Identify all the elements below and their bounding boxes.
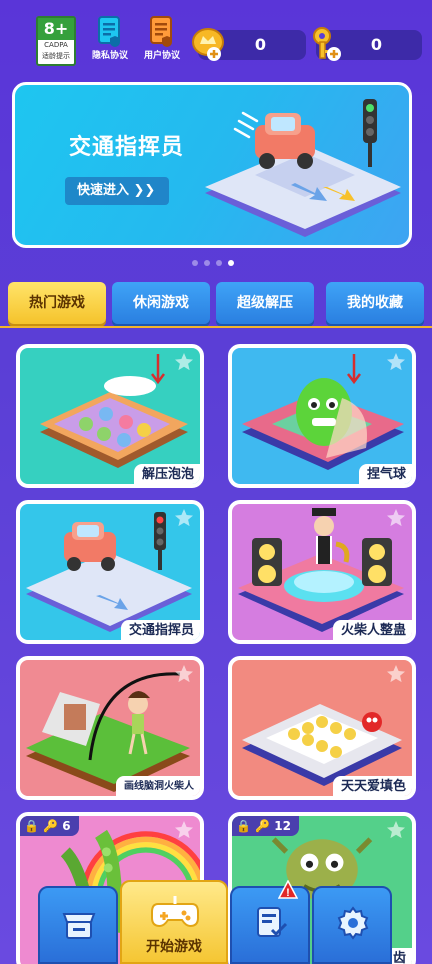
favorite-star-icon[interactable] bbox=[386, 664, 406, 684]
tab-underline bbox=[0, 326, 432, 328]
nav-settings-button[interactable] bbox=[312, 886, 392, 964]
nav-tasks-button[interactable]: ! bbox=[230, 880, 310, 964]
required-keys: 6 bbox=[62, 819, 71, 833]
key-counter[interactable]: 0 bbox=[313, 27, 422, 61]
start-game-label: 开始游戏 bbox=[146, 939, 202, 955]
quick-enter-button[interactable]: 快速进入 ❯❯ bbox=[65, 177, 169, 205]
bottom-navigation: 开始游戏 ! bbox=[38, 880, 394, 964]
banner-pager bbox=[192, 260, 240, 268]
age-rating-tip: 适龄提示 bbox=[42, 52, 70, 60]
game-card-traffic-director[interactable]: 交通指挥员 bbox=[16, 500, 204, 644]
pager-dot[interactable] bbox=[192, 260, 198, 266]
lock-badge: 🔒 🔑 12 bbox=[232, 816, 299, 836]
featured-banner[interactable]: 交通指挥员 快速进入 ❯❯ bbox=[12, 82, 412, 248]
game-card-squeeze-balloon[interactable]: 捏气球 bbox=[228, 344, 416, 488]
pager-dot[interactable] bbox=[216, 260, 222, 266]
privacy-policy-link[interactable]: 隐私协议 bbox=[88, 16, 132, 62]
user-agreement-label: 用户协议 bbox=[143, 51, 180, 61]
tab-super-stress-relief[interactable]: 超级解压 bbox=[216, 282, 314, 324]
required-keys: 12 bbox=[274, 819, 291, 833]
age-rating-badge: 8+ CADPA 适龄提示 bbox=[36, 16, 76, 66]
shop-icon bbox=[62, 913, 96, 939]
pager-dot[interactable] bbox=[204, 260, 210, 266]
favorite-star-icon[interactable] bbox=[386, 820, 406, 840]
game-title: 火柴人整蛊 bbox=[332, 620, 412, 640]
tab-my-favorites[interactable]: 我的收藏 bbox=[326, 282, 424, 324]
user-agreement-document-icon bbox=[150, 16, 172, 47]
game-title: 解压泡泡 bbox=[133, 464, 200, 484]
game-title: 画线脑洞火柴人 bbox=[116, 776, 200, 796]
top-bar: 8+ CADPA 适龄提示 隐私协议 用户协议 0 0 bbox=[0, 0, 432, 76]
game-title: 捏气球 bbox=[358, 464, 412, 484]
coin-count: 0 bbox=[254, 35, 266, 54]
user-agreement-link[interactable]: 用户协议 bbox=[140, 16, 184, 62]
privacy-document-icon bbox=[98, 16, 120, 47]
favorite-star-icon[interactable] bbox=[174, 664, 194, 684]
favorite-star-icon[interactable] bbox=[386, 508, 406, 528]
lock-badge: 🔒 🔑 6 bbox=[20, 816, 79, 836]
key-count: 0 bbox=[370, 35, 382, 54]
traffic-game-illustration bbox=[205, 99, 401, 237]
favorite-star-icon[interactable] bbox=[174, 820, 194, 840]
age-rating-org: CADPA bbox=[44, 41, 68, 49]
nav-shop-button[interactable] bbox=[38, 886, 118, 964]
pager-dot-active[interactable] bbox=[228, 260, 234, 266]
game-title: 天天爱填色 bbox=[332, 776, 412, 796]
game-card-pop-bubbles[interactable]: 解压泡泡 bbox=[16, 344, 204, 488]
game-title: 交通指挥员 bbox=[120, 620, 200, 640]
gamepad-icon bbox=[151, 896, 199, 928]
tab-casual-games[interactable]: 休闲游戏 bbox=[112, 282, 210, 324]
game-card-stickman-prank[interactable]: 火柴人整蛊 bbox=[228, 500, 416, 644]
notification-badge-icon: ! bbox=[278, 880, 298, 899]
tab-hot-games[interactable]: 热门游戏 bbox=[8, 282, 106, 324]
key-icon: 🔑 bbox=[43, 819, 59, 833]
privacy-policy-label: 隐私协议 bbox=[91, 51, 128, 61]
start-game-button[interactable]: 开始游戏 bbox=[120, 880, 228, 964]
notification-mark: ! bbox=[286, 887, 290, 899]
game-card-draw-line-stickman[interactable]: 画线脑洞火柴人 bbox=[16, 656, 204, 800]
favorite-star-icon[interactable] bbox=[174, 508, 194, 528]
gear-icon bbox=[337, 906, 369, 940]
task-checklist-icon bbox=[257, 907, 288, 937]
lock-icon: 🔒 bbox=[236, 819, 251, 833]
age-rating-number: 8+ bbox=[38, 18, 74, 40]
key-add-icon bbox=[313, 27, 341, 61]
category-tabs: 热门游戏 休闲游戏 超级解压 我的收藏 bbox=[0, 282, 432, 328]
coin-add-icon bbox=[192, 28, 224, 61]
key-icon: 🔑 bbox=[255, 819, 271, 833]
favorite-star-icon[interactable] bbox=[174, 352, 194, 372]
favorite-star-icon[interactable] bbox=[386, 352, 406, 372]
banner-title: 交通指挥员 bbox=[69, 135, 185, 160]
lock-icon: 🔒 bbox=[24, 819, 39, 833]
game-card-daily-fill-color[interactable]: 天天爱填色 bbox=[228, 656, 416, 800]
coin-counter[interactable]: 0 bbox=[192, 28, 306, 61]
